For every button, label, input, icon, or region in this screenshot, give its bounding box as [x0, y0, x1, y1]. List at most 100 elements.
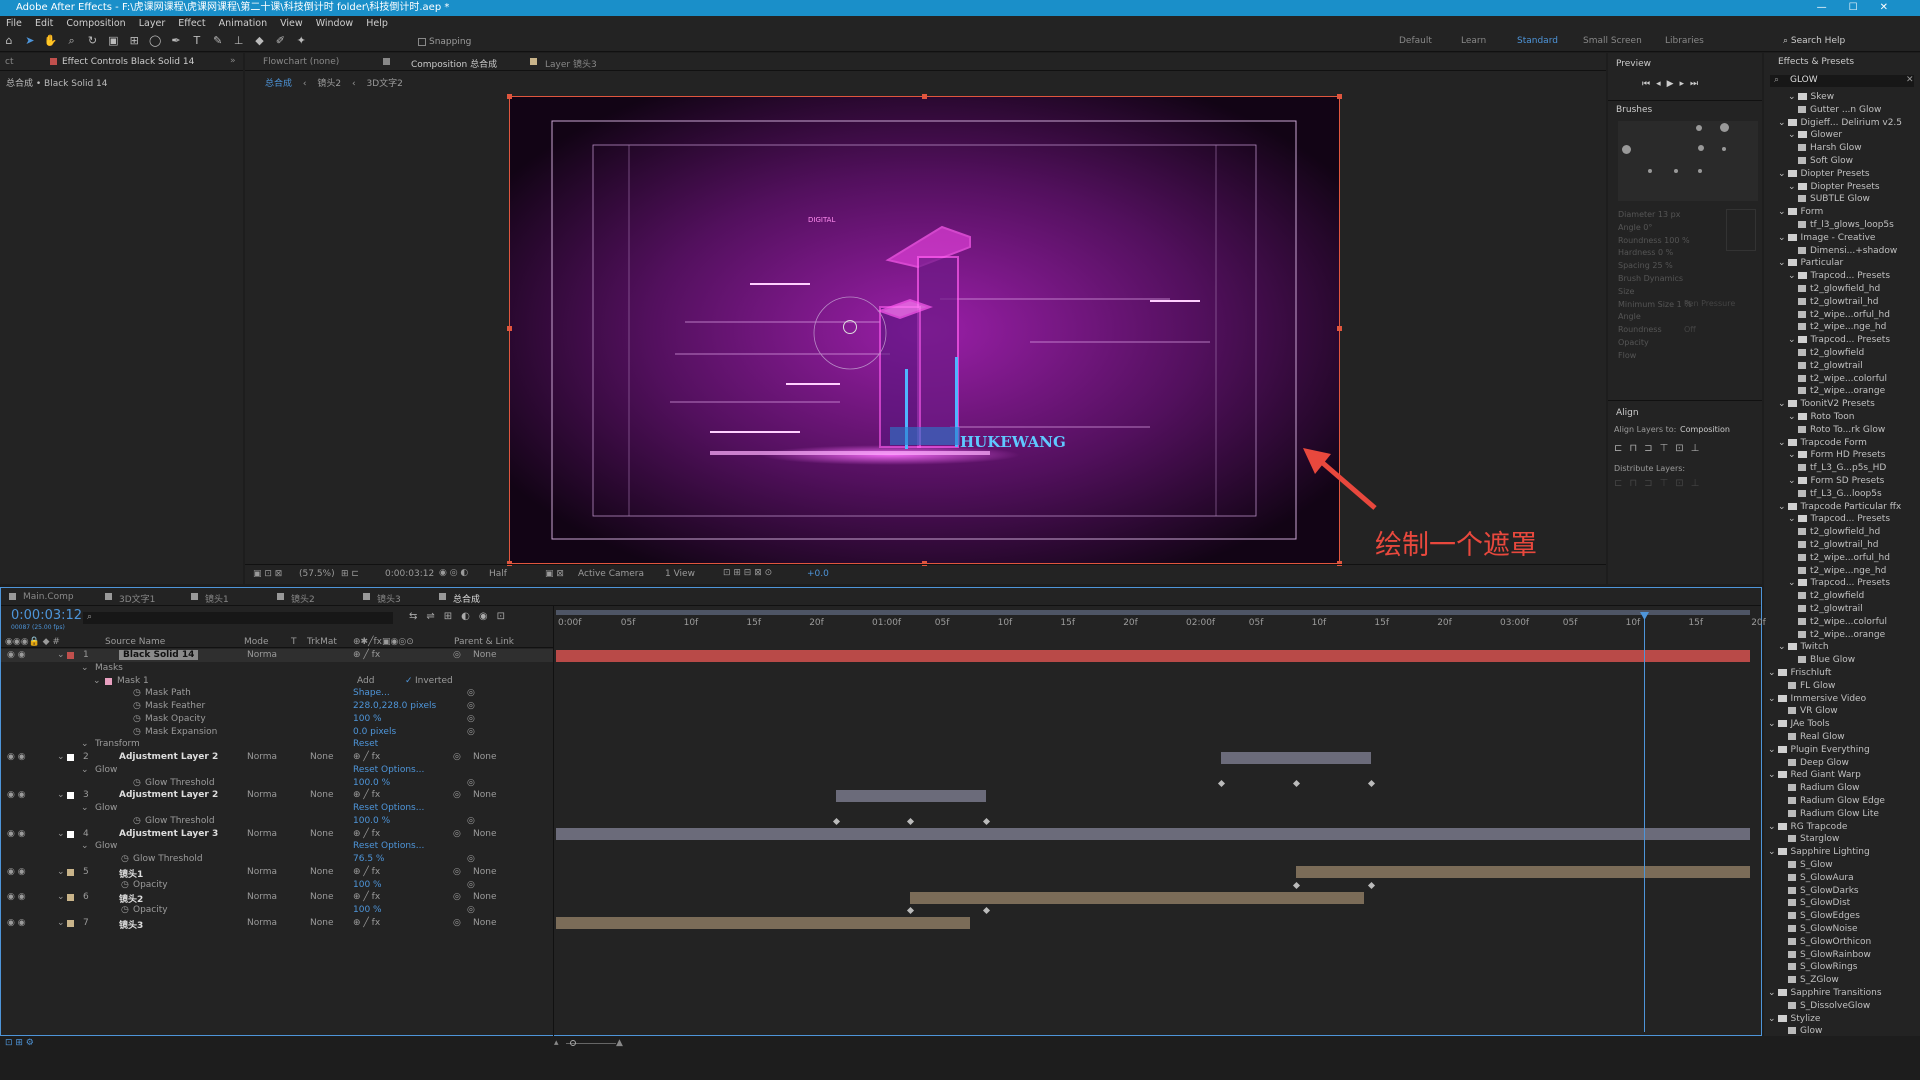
keyframe-icon[interactable]: [1367, 779, 1376, 787]
brush-roundness[interactable]: Roundness 100 %: [1618, 235, 1692, 248]
keyframe-icon[interactable]: [1367, 881, 1376, 889]
layer-row[interactable]: ◉ ◉ ⌄ 1 Black Solid 14 Norma ⊕ ╱ fx ◎ None: [1, 649, 553, 662]
layer-mode-select[interactable]: Norma: [247, 918, 277, 928]
property-row[interactable]: ⌄ Glow Reset Options...: [1, 840, 553, 853]
twirl-icon[interactable]: ⌄: [1788, 130, 1796, 140]
property-row[interactable]: ◷ Glow Threshold 76.5 % ◎: [1, 853, 553, 866]
camera-tool-icon[interactable]: ▣: [106, 34, 120, 48]
brush-dyn-off[interactable]: Off: [1684, 325, 1696, 334]
pickwhip-icon[interactable]: ◎: [467, 816, 475, 826]
property-value[interactable]: 76.5 %: [353, 854, 384, 864]
effect-preset-item[interactable]: t2_glowtrail_hd: [1798, 540, 1879, 550]
effect-preset-item[interactable]: Radium Glow: [1788, 783, 1859, 793]
layer-row[interactable]: ◉ ◉ ⌄ 5 镜头1 Norma None ⊕ ╱ fx ◎ None: [1, 866, 553, 880]
trkmat-select[interactable]: None: [310, 790, 333, 800]
twirl-icon[interactable]: ⌄: [81, 765, 89, 775]
effects-folder[interactable]: ⌄ Glower: [1788, 130, 1842, 140]
brush-angle[interactable]: Angle 0°: [1618, 222, 1692, 235]
effect-preset-item[interactable]: Gutter ...n Glow: [1798, 105, 1881, 115]
ellipse-tool-icon[interactable]: ◯: [148, 34, 162, 48]
menu-view[interactable]: View: [280, 18, 303, 29]
twirl-icon[interactable]: ⌄: [1768, 988, 1776, 998]
trkmat-select[interactable]: None: [310, 829, 333, 839]
twirl-icon[interactable]: ⌄: [1788, 412, 1796, 422]
twirl-icon[interactable]: ⌄: [1778, 233, 1786, 243]
mask-mode-select[interactable]: Add: [357, 676, 374, 686]
pickwhip-icon[interactable]: ◎: [467, 905, 475, 915]
effect-preset-item[interactable]: S_GlowRainbow: [1788, 950, 1871, 960]
layer-duration-bar[interactable]: [910, 891, 1364, 904]
brush-spacing[interactable]: Spacing 25 %: [1618, 260, 1692, 273]
twirl-icon[interactable]: ⌄: [1768, 770, 1776, 780]
effect-preset-item[interactable]: tf_l3_glows_loop5s: [1798, 220, 1894, 230]
twirl-icon[interactable]: ⌄: [57, 892, 65, 902]
hand-tool-icon[interactable]: ✋: [44, 34, 58, 48]
col-t[interactable]: T: [291, 637, 297, 647]
layer-switches-icons[interactable]: ⊕ ╱ fx: [353, 918, 380, 928]
twirl-icon[interactable]: ⌄: [1788, 271, 1796, 281]
twirl-icon[interactable]: ⌄: [57, 829, 65, 839]
effect-preset-item[interactable]: t2_glowtrail_hd: [1798, 297, 1879, 307]
effect-preset-item[interactable]: Radium Glow Lite: [1788, 809, 1879, 819]
col-mode[interactable]: Mode: [244, 637, 269, 647]
effects-folder[interactable]: ⌄ Trapcod... Presets: [1788, 514, 1890, 524]
stopwatch-icon[interactable]: ◷: [133, 688, 141, 698]
composition-tab[interactable]: Composition 总合成: [411, 57, 497, 70]
property-row[interactable]: ◷ Glow Threshold 100.0 % ◎: [1, 777, 553, 790]
twirl-icon[interactable]: ⌄: [57, 650, 65, 660]
pickwhip-icon[interactable]: ◎: [453, 790, 461, 800]
effect-preset-item[interactable]: Real Glow: [1788, 732, 1845, 742]
rotate-tool-icon[interactable]: ↻: [86, 34, 100, 48]
layer-name[interactable]: Black Solid 14: [119, 650, 199, 660]
handle-top-left[interactable]: [507, 94, 512, 99]
effects-folder[interactable]: ⌄ RG Trapcode: [1768, 822, 1847, 832]
effect-controls-tab[interactable]: Effect Controls Black Solid 14: [62, 57, 194, 67]
keyframe-icon[interactable]: [1292, 779, 1301, 787]
property-value[interactable]: 100 %: [353, 905, 382, 915]
effects-folder[interactable]: ⌄ Immersive Video: [1768, 694, 1866, 704]
effect-preset-item[interactable]: tf_L3_G...p5s_HD: [1798, 463, 1886, 473]
property-row[interactable]: ⌄ Glow Reset Options...: [1, 764, 553, 777]
label-color-icon[interactable]: [67, 754, 74, 761]
layer-duration-bar[interactable]: [556, 917, 970, 930]
stopwatch-icon[interactable]: ◷: [121, 854, 129, 864]
pickwhip-icon[interactable]: ◎: [467, 854, 475, 864]
effect-preset-item[interactable]: t2_glowfield: [1798, 348, 1864, 358]
brush-diameter[interactable]: Diameter 13 px: [1618, 209, 1692, 222]
pickwhip-icon[interactable]: ◎: [453, 867, 461, 877]
handle-top[interactable]: [922, 94, 927, 99]
menu-help[interactable]: Help: [366, 18, 388, 29]
timeline-tab[interactable]: Main.Comp: [23, 592, 74, 602]
twirl-icon[interactable]: ⌄: [1788, 335, 1796, 345]
brush-dyn-pen-pressure[interactable]: Pen Pressure: [1684, 299, 1735, 308]
twirl-icon[interactable]: ⌄: [1788, 578, 1796, 588]
timeline-timecode[interactable]: 0:00:03:12: [11, 608, 82, 623]
inverted-checkbox[interactable]: ✓: [405, 676, 413, 686]
effects-folder[interactable]: ⌄ Stylize: [1768, 1014, 1820, 1024]
effect-preset-item[interactable]: Harsh Glow: [1798, 143, 1862, 153]
twirl-icon[interactable]: ⌄: [1788, 182, 1796, 192]
timeline-switch-icons[interactable]: ⇆⇌⊞◐◉⊡: [409, 611, 514, 622]
property-value[interactable]: 100 %: [353, 714, 382, 724]
parent-select[interactable]: None: [473, 918, 496, 928]
effects-folder[interactable]: ⌄ Roto Toon: [1788, 412, 1854, 422]
resolution-select[interactable]: Half: [489, 569, 507, 579]
parent-select[interactable]: None: [473, 867, 496, 877]
twirl-icon[interactable]: ⌄: [81, 663, 89, 673]
align-to-select[interactable]: Composition: [1680, 425, 1730, 434]
twirl-icon[interactable]: ⌄: [1788, 92, 1796, 102]
brush-tool-icon[interactable]: ✎: [211, 34, 225, 48]
snapping-toggle[interactable]: Snapping: [418, 37, 471, 47]
layer-name[interactable]: Adjustment Layer 3: [119, 829, 218, 839]
effect-preset-item[interactable]: Glow: [1788, 1026, 1822, 1036]
twirl-icon[interactable]: ⌄: [1778, 438, 1786, 448]
crumb-text3d[interactable]: 3D文字2: [366, 79, 402, 89]
layer-name[interactable]: 镜头3: [119, 918, 143, 931]
effect-preset-item[interactable]: t2_glowtrail: [1798, 604, 1863, 614]
preview-controls-icons[interactable]: ⏮◂▶▸⏭: [1642, 79, 1704, 89]
brush-hardness[interactable]: Hardness 0 %: [1618, 247, 1692, 260]
property-value[interactable]: Reset Options...: [353, 841, 424, 851]
menu-edit[interactable]: Edit: [35, 18, 53, 29]
effect-preset-item[interactable]: t2_glowfield_hd: [1798, 284, 1880, 294]
timeline-tab[interactable]: 镜头3: [377, 592, 401, 605]
